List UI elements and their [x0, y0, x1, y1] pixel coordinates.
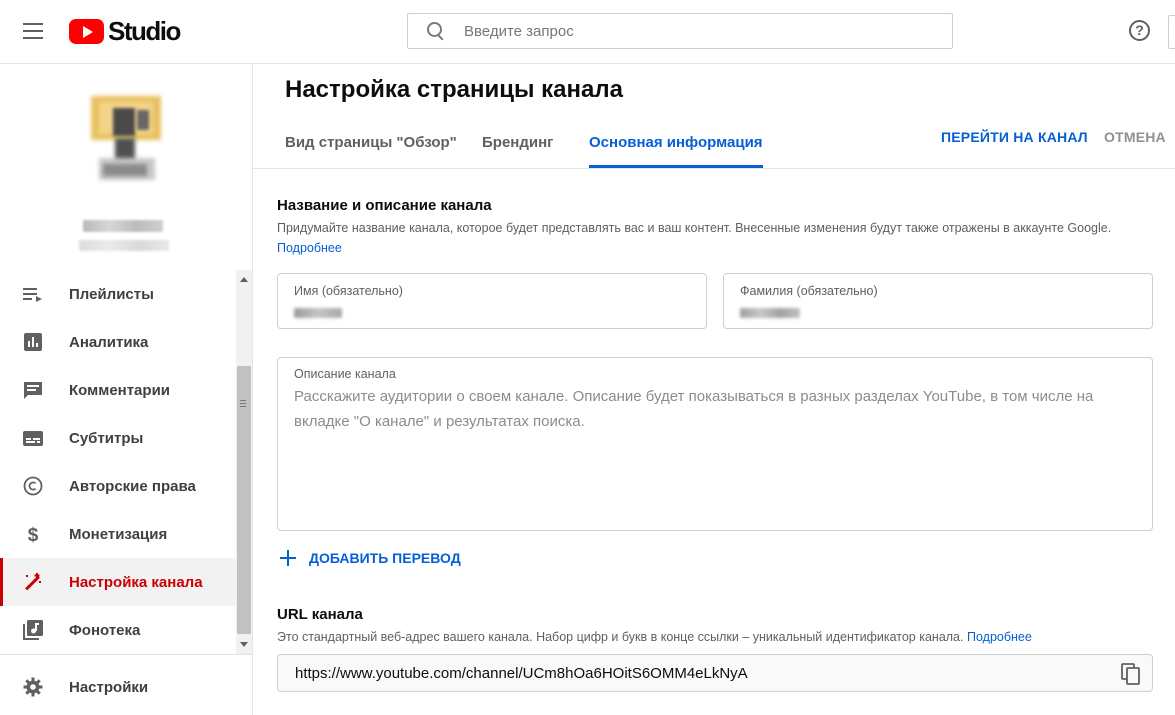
channel-url-value[interactable]: https://www.youtube.com/channel/UCm8hOa6… — [295, 665, 748, 682]
name-section-title: Название и описание канала — [277, 197, 492, 214]
first-name-value[interactable] — [294, 308, 342, 318]
top-bar: Studio ? — [0, 0, 1175, 64]
channel-description-field[interactable]: Описание канала Расскажите аудитории о с… — [277, 357, 1153, 531]
scroll-grip-icon — [240, 400, 246, 407]
channel-avatar[interactable] — [91, 96, 161, 188]
channel-name — [83, 220, 163, 232]
copyright-icon — [23, 476, 43, 496]
sidebar-item-settings[interactable]: Настройки — [0, 663, 236, 711]
gear-icon — [23, 677, 43, 697]
audio-library-icon — [23, 620, 43, 640]
last-name-value[interactable] — [740, 308, 800, 318]
name-section-description: Придумайте название канала, которое буде… — [277, 221, 1112, 255]
scroll-up-arrow-icon[interactable] — [240, 277, 248, 282]
page-title: Настройка страницы канала — [285, 76, 623, 103]
youtube-play-icon — [69, 18, 104, 44]
sidebar-item-copyright[interactable]: Авторские права — [0, 462, 236, 510]
sidebar-item-label: Авторские права — [69, 477, 196, 495]
tab-layout[interactable]: Вид страницы "Обзор" — [285, 134, 457, 168]
scroll-down-arrow-icon[interactable] — [240, 642, 248, 647]
tab-branding[interactable]: Брендинг — [482, 134, 553, 168]
sidebar-item-label: Настройки — [69, 678, 149, 696]
sidebar-divider — [0, 654, 252, 655]
sidebar-item-label: Аналитика — [69, 333, 149, 351]
comments-icon — [24, 382, 42, 399]
tabs-divider — [253, 168, 1175, 169]
sidebar-nav: Плейлисты Аналитика Комментарии Субтитры… — [0, 270, 236, 654]
channel-description-placeholder: Расскажите аудитории о своем канале. Опи… — [294, 388, 1094, 430]
sidebar-item-audio-library[interactable]: Фонотека — [0, 606, 236, 654]
tab-basic-info[interactable]: Основная информация — [589, 134, 763, 168]
magic-wand-icon — [25, 573, 41, 591]
sidebar-item-label: Комментарии — [69, 381, 171, 399]
add-translation-label: ДОБАВИТЬ ПЕРЕВОД — [309, 550, 461, 566]
sidebar-scrollbar[interactable] — [236, 270, 252, 654]
url-section-description: Это стандартный веб-адрес вашего канала.… — [277, 630, 1032, 644]
menu-icon[interactable] — [23, 23, 43, 39]
search-box[interactable] — [407, 13, 953, 49]
go-to-channel-button[interactable]: ПЕРЕЙТИ НА КАНАЛ — [941, 129, 1088, 145]
learn-more-link[interactable]: Подробнее — [277, 241, 342, 255]
analytics-icon — [24, 333, 42, 351]
sidebar-item-customization[interactable]: Настройка канала — [0, 558, 236, 606]
help-icon[interactable]: ? — [1129, 20, 1150, 41]
first-name-field[interactable]: Имя (обязательно) — [277, 273, 707, 329]
dollar-icon: $ — [28, 525, 39, 544]
subtitles-icon — [23, 431, 43, 446]
sidebar-item-label: Субтитры — [69, 429, 144, 447]
first-name-label: Имя (обязательно) — [294, 284, 403, 298]
channel-url-field[interactable]: https://www.youtube.com/channel/UCm8hOa6… — [277, 654, 1153, 692]
last-name-field[interactable]: Фамилия (обязательно) — [723, 273, 1153, 329]
sidebar-item-subtitles[interactable]: Субтитры — [0, 414, 236, 462]
sidebar-item-label: Фонотека — [69, 621, 141, 639]
channel-handle — [79, 240, 169, 251]
sidebar-item-comments[interactable]: Комментарии — [0, 366, 236, 414]
channel-description-label: Описание канала — [294, 367, 396, 381]
search-icon[interactable] — [427, 22, 445, 40]
sidebar-item-label: Монетизация — [69, 525, 168, 543]
youtube-studio-logo[interactable]: Studio — [69, 15, 181, 46]
sidebar: Плейлисты Аналитика Комментарии Субтитры… — [0, 65, 253, 715]
sidebar-item-analytics[interactable]: Аналитика — [0, 318, 236, 366]
logo-text: Studio — [108, 15, 181, 46]
copy-icon[interactable] — [1121, 663, 1141, 685]
last-name-label: Фамилия (обязательно) — [740, 284, 878, 298]
svg-text:$: $ — [28, 525, 39, 544]
url-learn-more-link[interactable]: Подробнее — [967, 630, 1032, 644]
sidebar-item-monetization[interactable]: $ Монетизация — [0, 510, 236, 558]
sidebar-item-label: Настройка канала — [69, 573, 203, 591]
cancel-button[interactable]: ОТМЕНА — [1104, 129, 1166, 145]
create-button-edge[interactable] — [1168, 15, 1175, 49]
sidebar-item-label: Плейлисты — [69, 285, 154, 303]
plus-icon — [280, 550, 296, 566]
playlist-icon — [23, 288, 42, 302]
url-section-title: URL канала — [277, 606, 363, 623]
add-translation-button[interactable]: ДОБАВИТЬ ПЕРЕВОД — [280, 546, 461, 570]
sidebar-item-playlists[interactable]: Плейлисты — [0, 270, 236, 318]
search-input[interactable] — [464, 22, 904, 40]
